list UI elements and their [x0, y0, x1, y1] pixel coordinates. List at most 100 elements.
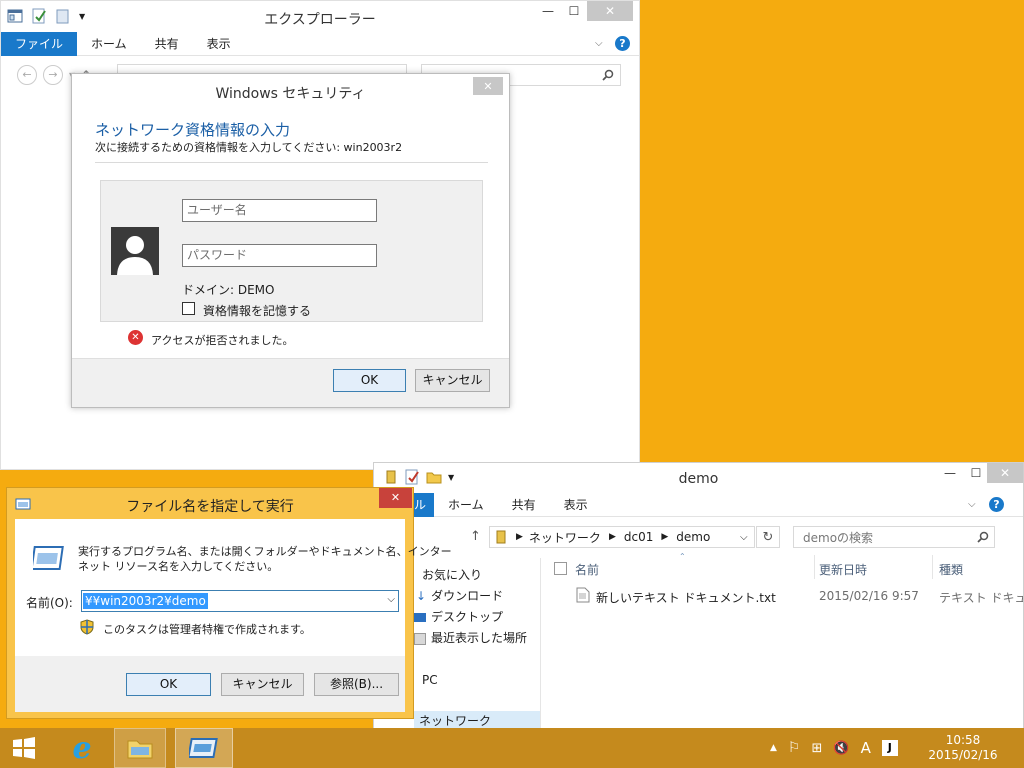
start-button[interactable] [0, 728, 48, 768]
run-name-input[interactable]: ¥¥win2003r2¥demo [83, 593, 208, 609]
back-icon[interactable]: ← [17, 65, 37, 85]
run-name-label: 名前(O): [26, 596, 73, 610]
security-cancel-button[interactable]: キャンセル [415, 369, 490, 392]
demo-ribbon-tabs[interactable]: ル ホーム 共有 表示 ⌵ ? [374, 492, 1023, 517]
file-type: テキスト ドキュ [939, 591, 1024, 605]
breadcrumb-separator-icon: ▶ [608, 532, 616, 542]
column-divider[interactable] [932, 555, 933, 579]
demo-search-box[interactable]: demoの検索 [793, 526, 995, 548]
run-cancel-button[interactable]: キャンセル [221, 673, 304, 696]
run-body: 実行するプログラム名、または開くフォルダーやドキュメント名、インター ネット リ… [15, 519, 452, 712]
volume-muted-icon[interactable]: 🔇 [833, 741, 849, 756]
system-tray[interactable]: ▲ ⚐ ⊞ 🔇 A J [770, 739, 898, 757]
taskbar-run[interactable] [175, 728, 233, 768]
security-ok-button[interactable]: OK [333, 369, 406, 392]
demo-close-button[interactable]: ✕ [987, 463, 1023, 483]
nav-recent-places[interactable]: 最近表示した場所 [414, 628, 527, 649]
flag-icon[interactable]: ⚐ [788, 740, 801, 756]
column-header-type[interactable]: 種類 [939, 561, 963, 578]
breadcrumb-network[interactable]: ネットワーク [529, 529, 601, 546]
run-description-line1: 実行するプログラム名、または開くフォルダーやドキュメント名、インター [78, 545, 452, 558]
demo-titlebar[interactable]: ▼ demo — ☐ ✕ [374, 463, 1023, 492]
tab-file[interactable]: ファイル [1, 31, 78, 56]
taskbar-ie[interactable]: e [58, 728, 106, 768]
folder-icon [127, 740, 153, 759]
column-header-modified[interactable]: 更新日時 [819, 561, 867, 578]
password-field[interactable]: パスワード [182, 244, 377, 267]
tab-share[interactable]: 共有 [498, 493, 550, 517]
download-icon: ↓ [416, 589, 427, 603]
ribbon-tabs[interactable]: ファイル ホーム 共有 表示 ⌵ ? [1, 31, 639, 56]
ime-mode-icon[interactable]: J [881, 740, 898, 756]
run-dialog[interactable]: ファイル名を指定して実行 ✕ 実行するプログラム名、または開くフォルダーやドキュ… [6, 487, 452, 719]
file-name: 新しいテキスト ドキュメント.txt [596, 591, 776, 605]
run-close-button[interactable]: ✕ [379, 488, 412, 508]
run-browse-button[interactable]: 参照(B)... [314, 673, 399, 696]
chevron-down-icon[interactable]: ⌵ [595, 38, 603, 49]
tab-home[interactable]: ホーム [77, 32, 141, 56]
security-title: Windows セキュリティ [215, 86, 366, 102]
run-description-line2: ネット リソース名を入力してください。 [78, 560, 279, 573]
username-field[interactable]: ユーザー名 [182, 199, 377, 222]
demo-address-bar[interactable]: ▶ ネットワーク ▶ dc01 ▶ demo ⌵ [489, 526, 755, 548]
address-history-icon[interactable]: ⌵ [740, 532, 748, 543]
forward-icon[interactable]: → [43, 65, 63, 85]
breadcrumb-demo[interactable]: demo [676, 530, 710, 544]
file-row[interactable]: 新しいテキスト ドキュメント.txt 2015/02/16 9:57 テキスト … [572, 585, 1024, 607]
tab-home[interactable]: ホーム [434, 493, 498, 517]
chevron-down-icon[interactable]: ⌵ [968, 499, 976, 510]
help-icon[interactable]: ? [615, 36, 630, 51]
tab-view[interactable]: 表示 [193, 32, 245, 56]
search-icon [602, 69, 614, 81]
tab-view[interactable]: 表示 [550, 493, 602, 517]
error-icon: ✕ [128, 330, 143, 345]
nav-downloads[interactable]: ↓ ダウンロード [416, 586, 503, 607]
user-avatar-icon [111, 227, 159, 275]
column-divider[interactable] [814, 555, 815, 579]
internet-explorer-icon: e [72, 730, 92, 766]
maximize-button[interactable]: ☐ [561, 1, 587, 21]
taskbar-explorer[interactable] [114, 728, 166, 768]
run-admin-note: このタスクは管理者特権で作成されます。 [103, 623, 311, 636]
shield-icon [80, 619, 94, 635]
demo-title: demo [678, 471, 719, 487]
remember-checkbox[interactable] [182, 302, 195, 315]
explorer-titlebar[interactable]: ▼ エクスプローラー — ☐ ✕ [1, 1, 639, 31]
taskbar[interactable]: e ▲ ⚐ ⊞ 🔇 A J 10:58 2015/02/16 [0, 728, 1024, 768]
close-button[interactable]: ✕ [587, 1, 633, 21]
tab-share[interactable]: 共有 [141, 32, 193, 56]
nav-desktop[interactable]: デスクトップ [414, 607, 503, 628]
pane-divider[interactable] [540, 558, 541, 738]
breadcrumb-dc01[interactable]: dc01 [624, 530, 653, 544]
clock[interactable]: 10:58 2015/02/16 [928, 733, 998, 763]
clock-time: 10:58 [945, 733, 981, 747]
minimize-button[interactable]: — [535, 1, 561, 21]
security-dialog[interactable]: Windows セキュリティ ✕ ネットワーク資格情報の入力 次に接続するための… [71, 73, 510, 408]
windows-logo-icon [13, 737, 35, 759]
run-ok-button[interactable]: OK [126, 673, 211, 696]
credential-subheading: 次に接続するための資格情報を入力してください: win2003r2 [95, 141, 403, 154]
chevron-down-icon[interactable]: ⌵ [387, 594, 395, 605]
run-icon [189, 738, 218, 758]
desktop-icon [414, 613, 426, 622]
run-name-combobox[interactable]: ¥¥win2003r2¥demo ⌵ [81, 590, 399, 612]
nav-pc[interactable]: PC [422, 670, 438, 691]
nav-favorites[interactable]: お気に入り [422, 565, 482, 586]
up-icon[interactable]: ↑ [470, 529, 481, 544]
column-header-name[interactable]: 名前 [575, 561, 599, 578]
select-all-checkbox[interactable] [554, 562, 567, 575]
security-close-button[interactable]: ✕ [473, 77, 503, 95]
demo-maximize-button[interactable]: ☐ [963, 463, 989, 483]
credential-heading: ネットワーク資格情報の入力 [95, 121, 291, 139]
clock-date: 2015/02/16 [928, 748, 998, 762]
show-hidden-icons-icon[interactable]: ▲ [770, 743, 777, 753]
divider [95, 162, 488, 163]
network-icon[interactable]: ⊞ [811, 741, 822, 756]
demo-explorer-window[interactable]: ▼ demo — ☐ ✕ ル ホーム 共有 表示 ⌵ ? ↑ ▶ ネットワーク … [373, 462, 1024, 768]
run-footer: OK キャンセル 参照(B)... [15, 656, 405, 712]
demo-minimize-button[interactable]: — [937, 463, 963, 483]
domain-label: ドメイン: DEMO [182, 283, 275, 297]
refresh-button[interactable]: ↻ [756, 526, 780, 548]
ime-indicator[interactable]: A [861, 739, 871, 757]
help-icon[interactable]: ? [989, 497, 1004, 512]
